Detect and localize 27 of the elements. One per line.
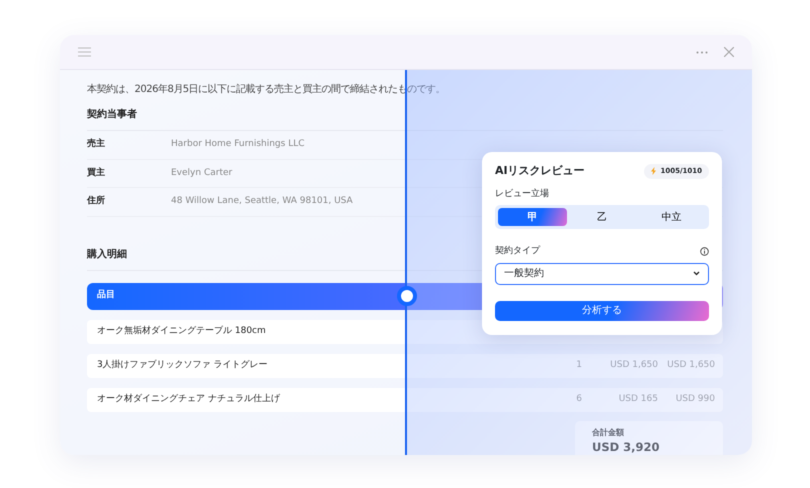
field-label: 売主 xyxy=(87,138,106,151)
field-value: Harbor Home Furnishings LLC xyxy=(171,138,305,151)
table-cell-text: USD 1,650 xyxy=(609,358,658,372)
section-heading: 契約当事者 xyxy=(87,97,723,131)
table-cell-text: 1 xyxy=(575,358,582,372)
analyze-button[interactable]: 分析する xyxy=(495,300,709,320)
field-value: 48 Willow Lane, Seattle, WA 98101, USA xyxy=(171,195,353,208)
panel-title: AIリスクレビュー xyxy=(495,163,585,179)
field-value: Evelyn Carter xyxy=(171,166,232,180)
stance-tab[interactable]: 中立 xyxy=(636,208,706,226)
item-name: オーク無垢材ダイニングテーブル 180cm xyxy=(97,324,267,338)
table-cell-text: USD 165 xyxy=(618,392,658,406)
item-name: 3人掛けファブリックソファ ライトグレー xyxy=(97,358,269,372)
table-cell-text: USD 990 xyxy=(674,392,716,406)
contract-type-select[interactable]: 一般契約 xyxy=(495,262,709,284)
column-header: 品目 xyxy=(97,289,115,302)
item-name: オーク材ダイニングチェア ナチュラル仕上げ xyxy=(97,392,281,406)
stance-tab[interactable]: 乙 xyxy=(567,208,637,226)
field-label: 契約タイプ xyxy=(495,245,540,258)
field-label: 買主 xyxy=(87,166,106,180)
table-cell-text: USD 1,650 xyxy=(666,358,716,372)
table-cell-text: 6 xyxy=(575,392,582,406)
total-label: 合計金額 xyxy=(592,426,625,438)
field-label: レビュー立場 xyxy=(495,188,550,200)
total-amount: USD 3,920 xyxy=(592,438,661,455)
stance-tab[interactable]: 甲 xyxy=(498,208,568,226)
field-label: 住所 xyxy=(87,195,106,208)
